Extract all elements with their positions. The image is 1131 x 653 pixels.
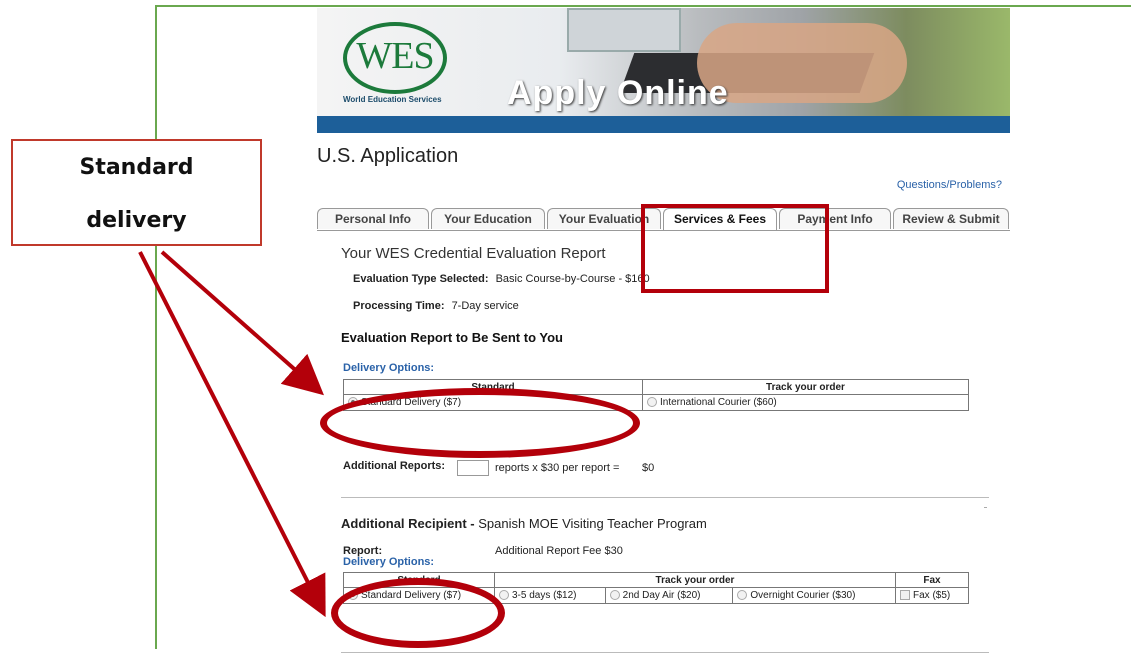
arrow-to-standard-delivery (160, 250, 324, 396)
arrow-to-recipient-standard (138, 251, 326, 618)
annotation-arrows (138, 250, 326, 618)
